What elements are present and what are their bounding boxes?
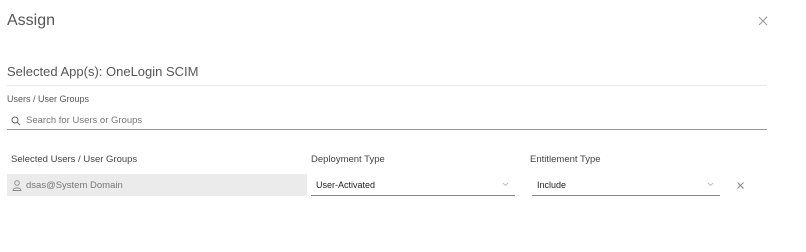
selected-user-cell: dsas@System Domain xyxy=(7,174,307,196)
column-header-entitlement: Entitlement Type xyxy=(530,154,601,165)
user-icon xyxy=(12,179,22,191)
chevron-down-icon xyxy=(707,182,714,187)
column-header-deployment: Deployment Type xyxy=(311,154,385,165)
entitlement-type-select[interactable]: Include xyxy=(532,174,720,196)
users-groups-label: Users / User Groups xyxy=(7,94,90,104)
search-icon xyxy=(11,116,21,125)
deployment-type-value: User-Activated xyxy=(316,179,376,190)
chevron-down-icon xyxy=(502,182,509,187)
search-field[interactable] xyxy=(7,112,767,130)
selected-app-label: Selected App(s): OneLogin SCIM xyxy=(7,64,199,79)
dialog-title: Assign xyxy=(7,12,56,29)
remove-row-icon[interactable] xyxy=(736,181,745,190)
divider xyxy=(7,85,767,86)
entitlement-type-value: Include xyxy=(537,179,567,190)
search-input[interactable] xyxy=(26,115,726,126)
selected-user-name: dsas@System Domain xyxy=(26,179,123,191)
column-header-users: Selected Users / User Groups xyxy=(11,154,138,165)
deployment-type-select[interactable]: User-Activated xyxy=(311,174,515,196)
close-icon[interactable] xyxy=(757,15,769,27)
